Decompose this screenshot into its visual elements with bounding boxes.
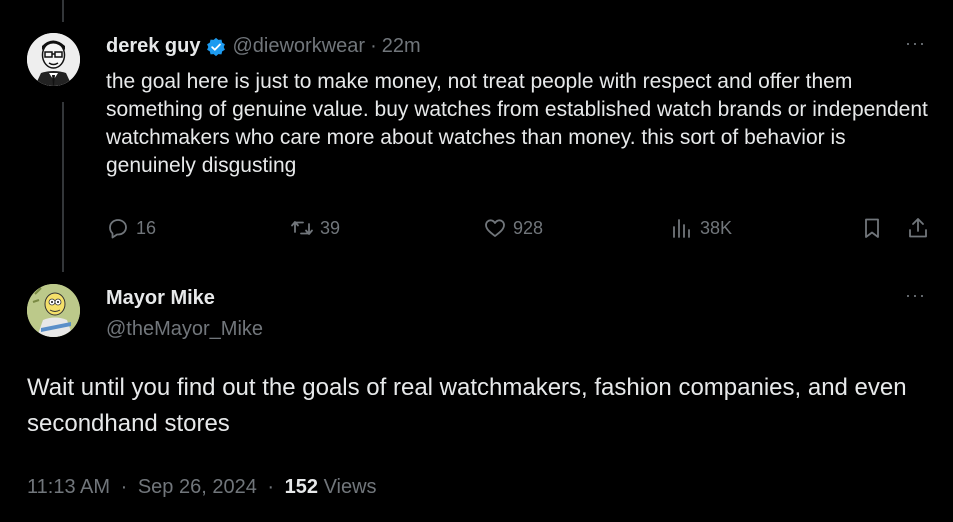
tweet-text: the goal here is just to make money, not…	[106, 70, 928, 177]
separator: ·	[370, 35, 377, 57]
views-button[interactable]: 38K	[670, 216, 732, 240]
handle[interactable]: @dieworkwear	[232, 35, 365, 58]
share-icon	[909, 218, 927, 238]
bookmark-icon	[865, 218, 879, 238]
views-icon	[673, 219, 690, 238]
action-bar: 16 39 928 38K	[0, 216, 953, 246]
reply-button[interactable]: 16	[106, 216, 156, 240]
reply-count: 16	[136, 217, 157, 238]
handle[interactable]: @theMayor_Mike	[106, 318, 263, 341]
repost-icon	[291, 221, 313, 235]
views-count: 152	[284, 476, 318, 498]
verified-badge-icon	[206, 37, 226, 57]
reply-icon	[109, 219, 127, 239]
avatar[interactable]	[27, 284, 80, 337]
repost-button[interactable]: 39	[290, 216, 340, 240]
timestamp[interactable]: 22m	[382, 35, 421, 58]
views-label: Views	[323, 476, 377, 498]
thread-line	[62, 102, 64, 272]
tweet-meta: 11:13 AM · Sep 26, 2024 · 152 Views	[27, 476, 377, 499]
separator: ·	[120, 476, 128, 498]
tweet-header: derek guy @dieworkwear · 22m	[106, 35, 421, 58]
separator: ·	[267, 476, 275, 498]
share-button[interactable]	[906, 216, 936, 240]
post-date[interactable]: Sep 26, 2024	[138, 476, 257, 498]
more-icon[interactable]: ···	[905, 33, 926, 54]
post-time[interactable]: 11:13 AM	[27, 476, 110, 498]
display-name[interactable]: Mayor Mike	[106, 287, 215, 310]
like-count: 928	[513, 217, 544, 238]
like-button[interactable]: 928	[483, 216, 543, 240]
tweet-text: Wait until you find out the goals of rea…	[27, 374, 907, 437]
repost-count: 39	[320, 217, 341, 238]
thread-line-top	[62, 0, 64, 22]
bookmark-button[interactable]	[860, 216, 890, 240]
display-name[interactable]: derek guy	[106, 35, 200, 58]
views-count: 38K	[700, 217, 733, 238]
like-icon	[485, 219, 505, 237]
more-icon[interactable]: ···	[905, 285, 926, 306]
avatar[interactable]	[27, 33, 80, 86]
